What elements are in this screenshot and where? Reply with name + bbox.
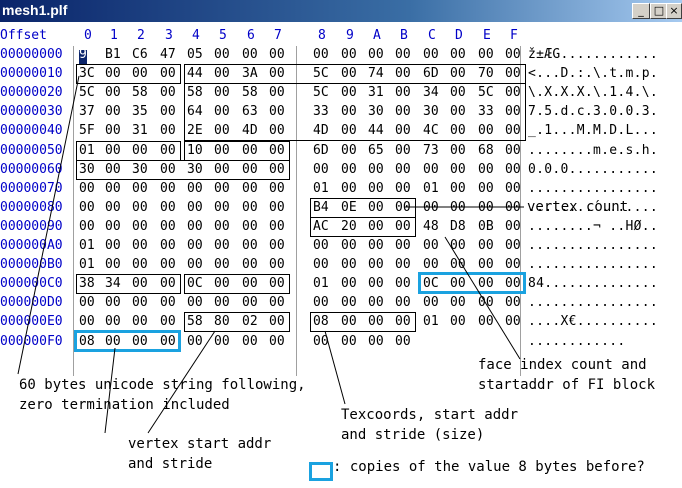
legend-swatch [309,462,333,481]
unicode-string-note: 60 bytes unicode string following, zero … [19,377,306,413]
hex-byte[interactable]: 9E [79,47,95,62]
vertex-count-note: vertex count [527,199,629,215]
face-index-note: face index count and startaddr of FI blo… [478,357,656,393]
vertex-start-note: vertex start addr and stride [128,436,272,472]
legend-note: : copies of the value 8 bytes before? [333,459,645,475]
texcoords-note: Texcoords, start addr and stride (size) [341,407,519,443]
